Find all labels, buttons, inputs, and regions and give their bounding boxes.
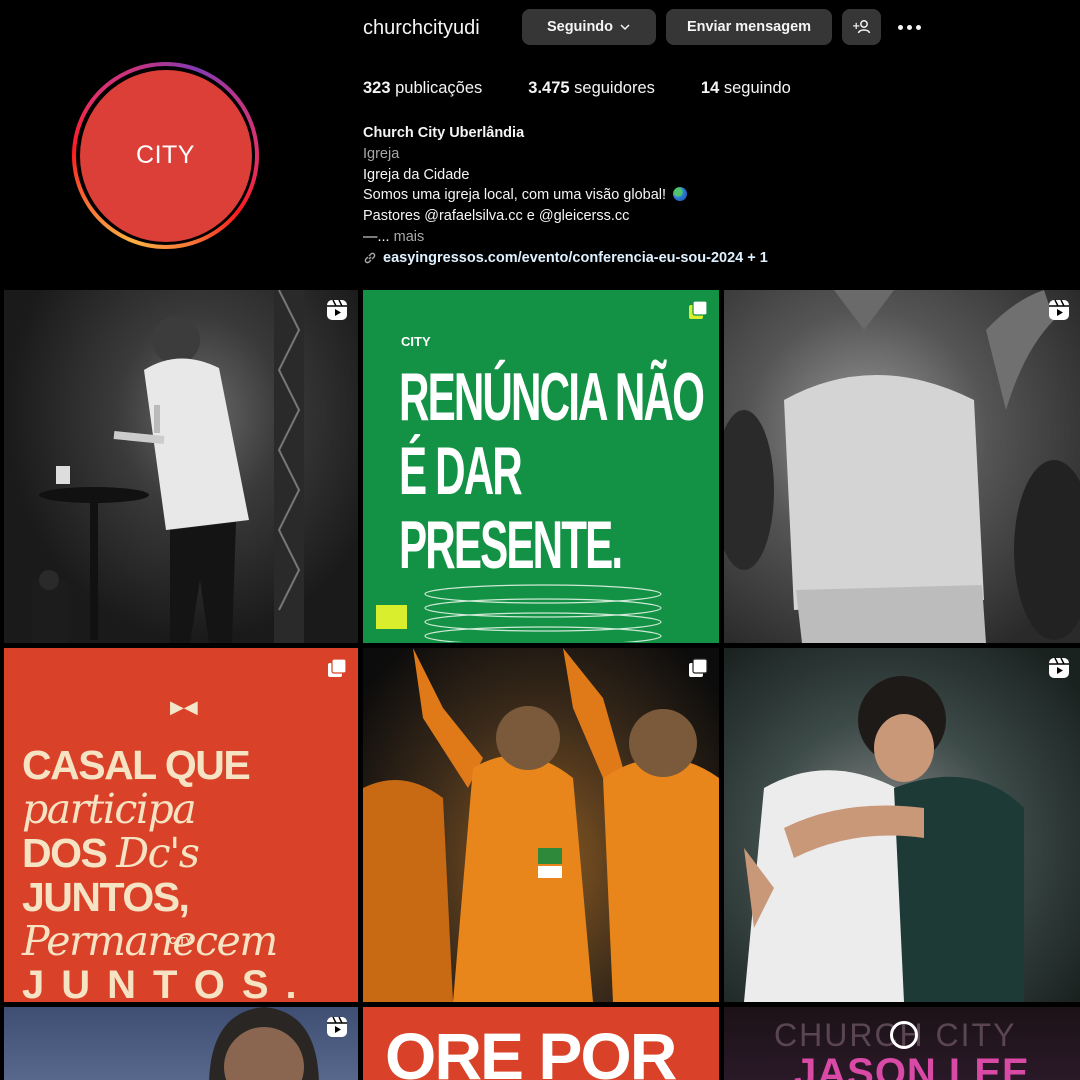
profile-username: churchcityudi [363,17,480,39]
following-button-label: Seguindo [546,19,614,35]
story-ring[interactable]: CITY [72,62,259,249]
post-tile[interactable] [724,290,1080,643]
bio-more-link[interactable]: mais [394,229,425,245]
post-headline-part: CASAL QUE [22,742,251,788]
post-headline-line: É DAR PRESENTE. [399,433,623,583]
avatar[interactable]: CITY [79,69,252,242]
link-icon [364,252,376,264]
post-brand-text: CITY [169,936,192,947]
post-headline-line: DOS Dc's JUNTOS, [22,831,352,919]
post-headline-script: participa [22,785,197,833]
dot-icon [906,24,912,30]
speaker-portrait-photo [209,1007,319,1080]
followers-label: seguidores [574,79,655,97]
followers-count: 3.475 [528,79,570,97]
worship-photo [724,290,1080,643]
post-tile[interactable]: ORE POR [363,1007,719,1080]
post-tile[interactable] [4,1007,358,1080]
more-options-button[interactable] [893,11,925,43]
carousel-icon [328,658,347,677]
send-message-button[interactable]: Enviar mensagem [666,9,832,45]
display-name: Church City Uberlândia [363,125,525,141]
posts-label: publicações [395,79,483,97]
bio-external-link[interactable]: easyingressos.com/evento/conferencia-eu-… [363,248,768,269]
globe-emoji-icon [673,187,688,202]
post-headline-script: Dc's [116,829,200,877]
posts-stat: 323 publicações [363,79,482,98]
following-label: seguindo [723,79,791,97]
church-logo-icon [890,1021,918,1049]
decorative-squares [376,605,407,629]
bio-line: Pastores @rafaelsilva.cc e @gleicerss.cc [363,208,630,225]
carousel-icon [689,658,708,677]
post-tile[interactable] [363,648,719,1002]
preacher-photo [32,290,304,643]
post-headline-part: DOS [22,830,108,876]
post-headline-part: JUNTOS, [22,874,190,920]
bio-line: Igreja da Cidade [363,166,470,183]
post-headline: CASAL QUE participa DOS Dc's JUNTOS, Per… [22,743,352,1002]
post-tile[interactable] [4,290,358,643]
reels-icon [327,1016,347,1037]
post-headline-line: RENÚNCIA NÃO [399,359,705,435]
following-stat[interactable]: 14 seguindo [701,79,791,98]
post-headline: RENÚNCIA NÃO É DAR PRESENTE. [399,360,709,582]
post-headline: JASON LEE [794,1051,1030,1080]
category-label: Igreja [363,145,400,162]
svg-text:+: + [852,21,860,32]
suggested-users-button[interactable]: + [842,9,881,45]
post-headline: ORE POR [385,1019,677,1080]
dot-icon [897,24,903,30]
reels-icon [327,299,347,320]
post-headline-line: CASAL QUE participa [22,743,352,831]
hug-photo [744,676,1024,1002]
post-tile[interactable] [724,648,1080,1002]
play-arrows-icon: ▶◀ [170,697,198,717]
post-tile[interactable]: ▶◀ CASAL QUE participa DOS Dc's JUNTOS, … [4,648,358,1002]
bio-truncated-text: —... [363,228,390,245]
bio-line-text: Somos uma igreja local, com uma visão gl… [363,187,667,204]
profile-bio: Church City Uberlândia Igreja Igreja da … [363,123,768,269]
bio-link-text: easyingressos.com/evento/conferencia-eu-… [383,249,768,266]
post-headline-line: JUNTOS. [22,963,314,1002]
profile-stats: 323 publicações 3.475 seguidores 14 segu… [363,79,837,98]
followers-stat[interactable]: 3.475 seguidores [528,79,655,98]
post-tile[interactable]: CHURCH CITY JASON LEE [724,1007,1080,1080]
following-button[interactable]: Seguindo [522,9,656,45]
reels-icon [1049,299,1069,320]
uniform-worship-photo [363,648,719,1002]
send-message-label: Enviar mensagem [686,19,812,35]
bio-truncated-line: —... mais [363,227,768,248]
post-brand-text: CITY [401,334,431,349]
avatar-text: CITY [136,141,195,169]
dot-icon [915,24,921,30]
carousel-icon [689,300,708,319]
add-user-icon: + [852,20,870,34]
reels-icon [1049,657,1069,678]
decorative-rings [424,584,662,642]
bio-line: Somos uma igreja local, com uma visão gl… [363,185,768,206]
story-ring-gap: CITY [76,66,255,245]
post-tile[interactable]: CITY RENÚNCIA NÃO É DAR PRESENTE. [363,290,719,643]
chevron-down-icon [620,24,630,31]
posts-count: 323 [363,79,391,97]
following-count: 14 [700,79,720,97]
